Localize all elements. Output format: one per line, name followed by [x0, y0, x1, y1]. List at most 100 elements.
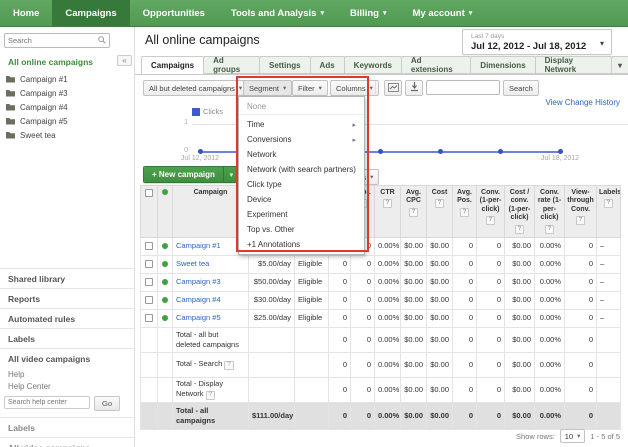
tab-campaigns[interactable]: Campaigns	[141, 56, 204, 74]
more-tabs-button[interactable]: ▾	[611, 56, 628, 74]
sidebar-footer-item[interactable]: Labels	[0, 417, 134, 437]
segment-menu-item-none[interactable]: None	[239, 99, 364, 115]
table-row: Total - Display Network ?000.00%$0.00$0.…	[141, 377, 621, 402]
help-search-input[interactable]	[4, 396, 90, 409]
sidebar-divider	[134, 27, 135, 447]
row-checkbox[interactable]	[145, 314, 153, 322]
segment-dropdown-button[interactable]: Segment ▾	[243, 80, 292, 96]
segment-menu-item-time[interactable]: Time▸	[239, 117, 364, 132]
segment-menu-item-click-type[interactable]: Click type	[239, 177, 364, 192]
show-rows-select[interactable]: 10 ▾	[560, 429, 586, 443]
help-icon[interactable]: ?	[409, 208, 419, 217]
date-range-selector[interactable]: Last 7 days Jul 12, 2012 - Jul 18, 2012 …	[462, 29, 612, 55]
help-search-row: Go	[4, 396, 130, 411]
help-icon[interactable]: ?	[383, 199, 393, 208]
help-icon[interactable]: ?	[545, 225, 555, 234]
sidebar-campaign-item[interactable]: Campaign #1	[6, 72, 126, 86]
sidebar-all-online-campaigns[interactable]: All online campaigns	[8, 57, 93, 67]
columns-dropdown-button[interactable]: Columns ▾	[330, 80, 379, 96]
help-icon[interactable]: ?	[435, 199, 445, 208]
cell-cost: $0.00	[427, 291, 453, 309]
nav-item-my-account[interactable]: My account▾	[400, 0, 486, 26]
sidebar-campaign-item[interactable]: Sweet tea	[6, 128, 126, 142]
sidebar-search-input[interactable]	[8, 36, 98, 45]
column-header-label: Conv. (1-per-click)	[479, 189, 502, 214]
new-campaign-button[interactable]: + New campaign ▾	[143, 166, 240, 183]
tab-display-network[interactable]: Display Network	[535, 56, 612, 74]
nav-item-label: My account	[413, 8, 465, 19]
campaign-link[interactable]: Campaign #5	[176, 313, 221, 322]
tab-ad-extensions[interactable]: Ad extensions	[401, 56, 471, 74]
sidebar-item-labels[interactable]: Labels	[0, 328, 134, 348]
nav-item-opportunities[interactable]: Opportunities	[130, 0, 218, 26]
help-icon[interactable]: ?	[206, 391, 215, 400]
segment-menu-item-experiment[interactable]: Experiment	[239, 207, 364, 222]
help-icon[interactable]: ?	[515, 225, 525, 234]
cell-cost: $0.00	[427, 273, 453, 291]
help-icon[interactable]: ?	[486, 216, 496, 225]
row-name-cell: Campaign #5	[173, 309, 249, 327]
campaign-link[interactable]: Campaign #4	[176, 295, 221, 304]
search-button[interactable]: Search	[503, 80, 539, 96]
nav-item-campaigns[interactable]: Campaigns	[52, 0, 129, 26]
row-checkbox[interactable]	[145, 278, 153, 286]
tab-dimensions[interactable]: Dimensions	[470, 56, 535, 74]
sidebar-item-all-video-campaigns[interactable]: All video campaigns	[0, 348, 134, 368]
help-center-link[interactable]: Help Center	[8, 382, 128, 391]
tab-keywords[interactable]: Keywords	[344, 56, 402, 74]
new-campaign-label: + New campaign	[152, 170, 215, 179]
tab-ads[interactable]: Ads	[310, 56, 345, 74]
filter-dropdown-button[interactable]: Filter ▾	[292, 80, 328, 96]
nav-item-label: Opportunities	[143, 8, 205, 19]
cell-avg_cpc: $0.00	[401, 309, 427, 327]
campaign-link[interactable]: Campaign #1	[176, 241, 221, 250]
campaign-link[interactable]: Sweet tea	[176, 259, 209, 268]
total-row-label: Total - Display Network	[176, 379, 223, 397]
row-checkbox[interactable]	[145, 260, 153, 268]
cell-cost: $0.00	[427, 352, 453, 377]
help-icon[interactable]: ?	[224, 361, 233, 370]
segment-menu-item-network[interactable]: Network	[239, 147, 364, 162]
sidebar-item-reports[interactable]: Reports	[0, 288, 134, 308]
filter-label: Filter	[298, 84, 315, 93]
segment-menu-item--1-annotations[interactable]: +1 Annotations	[239, 237, 364, 252]
segment-menu-item-conversions[interactable]: Conversions▸	[239, 132, 364, 147]
sidebar-campaign-item[interactable]: Campaign #4	[6, 100, 126, 114]
tab-settings[interactable]: Settings	[259, 56, 311, 74]
campaign-scope-dropdown[interactable]: All but deleted campaigns ▾	[143, 80, 248, 96]
nav-item-billing[interactable]: Billing▾	[337, 0, 400, 26]
sidebar-footer-item[interactable]: All video campaigns	[0, 437, 134, 447]
campaign-link[interactable]: Campaign #3	[176, 277, 221, 286]
help-search-go-button[interactable]: Go	[94, 396, 120, 411]
sidebar-footer-partial: LabelsAll video campaigns	[0, 417, 134, 447]
select-all-checkbox[interactable]	[145, 189, 153, 197]
download-button[interactable]	[405, 80, 423, 96]
sidebar-item-shared-library[interactable]: Shared library	[0, 268, 134, 288]
chart-toggle-button[interactable]	[384, 80, 402, 96]
nav-item-home[interactable]: Home	[0, 0, 52, 26]
cell-conv: 0	[477, 273, 505, 291]
new-campaign-dropdown[interactable]: ▾	[223, 167, 239, 182]
cell-view_conv: 0	[565, 273, 597, 291]
cell-status	[295, 327, 329, 352]
segment-menu-item-network-with-search-partners-[interactable]: Network (with search partners)	[239, 162, 364, 177]
nav-item-tools-and-analysis[interactable]: Tools and Analysis▾	[218, 0, 337, 26]
row-checkbox[interactable]	[145, 242, 153, 250]
sidebar-item-automated-rules[interactable]: Automated rules	[0, 308, 134, 328]
help-icon[interactable]: ?	[576, 216, 586, 225]
segment-menu-item-top-vs-other[interactable]: Top vs. Other	[239, 222, 364, 237]
help-icon[interactable]: ?	[604, 199, 614, 208]
help-link[interactable]: Help	[8, 370, 128, 379]
sidebar-collapse-icon[interactable]: «	[117, 55, 132, 66]
cell-clicks: 0	[329, 273, 351, 291]
menu-item-label: Device	[247, 195, 271, 204]
tab-ad-groups[interactable]: Ad groups	[203, 56, 260, 74]
sidebar-search-box[interactable]	[4, 33, 110, 48]
menu-item-label: Experiment	[247, 210, 287, 219]
row-checkbox[interactable]	[145, 296, 153, 304]
sidebar-campaign-item[interactable]: Campaign #3	[6, 86, 126, 100]
sidebar-campaign-item[interactable]: Campaign #5	[6, 114, 126, 128]
segment-menu-item-device[interactable]: Device	[239, 192, 364, 207]
table-search-input[interactable]	[426, 80, 500, 95]
help-icon[interactable]: ?	[460, 208, 470, 217]
